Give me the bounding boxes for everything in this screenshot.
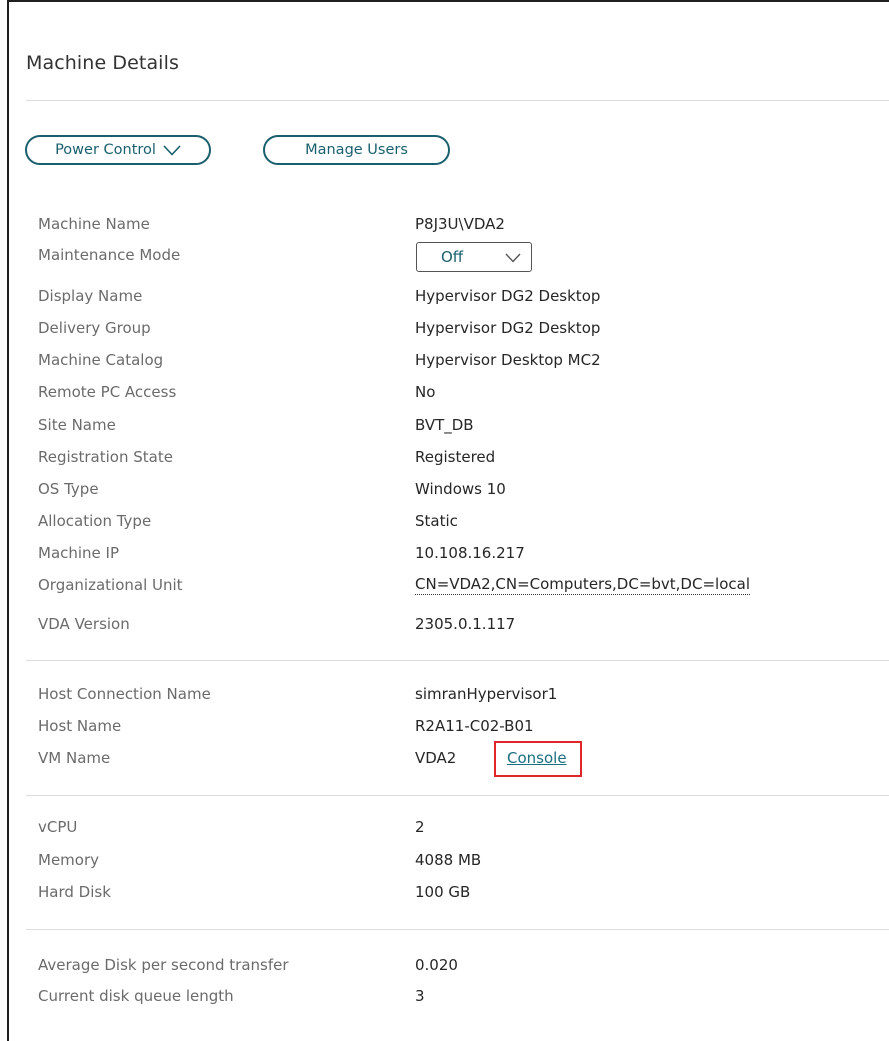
detail-label: Machine Name	[38, 215, 150, 233]
detail-label: vCPU	[38, 818, 78, 836]
detail-value: 100 GB	[415, 883, 471, 901]
detail-row-organizational-unit: Organizational Unit CN=VDA2,CN=Computers…	[0, 574, 889, 596]
detail-value: R2A11-C02-B01	[415, 717, 534, 735]
power-control-label: Power Control	[55, 142, 156, 158]
organizational-unit-value[interactable]: CN=VDA2,CN=Computers,DC=bvt,DC=local	[415, 574, 750, 595]
detail-label: Machine IP	[38, 544, 120, 562]
detail-value: 2305.0.1.117	[415, 615, 516, 633]
detail-value: Hypervisor DG2 Desktop	[415, 287, 601, 305]
detail-value: simranHypervisor1	[415, 685, 558, 703]
detail-row-remote-pc-access: Remote PC Access No	[0, 381, 889, 403]
detail-row-machine-name: Machine Name P8J3U\VDA2	[0, 213, 889, 235]
detail-value: VDA2	[415, 749, 457, 767]
maintenance-mode-select[interactable]: Off	[416, 242, 532, 272]
detail-label: VM Name	[38, 749, 111, 767]
disk-row-queue-length: Current disk queue length 3	[0, 985, 889, 1007]
detail-label: Allocation Type	[38, 512, 152, 530]
detail-label: Registration State	[38, 448, 173, 466]
detail-label: OS Type	[38, 480, 99, 498]
detail-row-display-name: Display Name Hypervisor DG2 Desktop	[0, 285, 889, 307]
detail-label: Hard Disk	[38, 883, 111, 901]
host-row-host-name: Host Name R2A11-C02-B01	[0, 715, 889, 737]
console-link[interactable]: Console	[507, 747, 567, 769]
detail-value: Registered	[415, 448, 496, 466]
detail-row-os-type: OS Type Windows 10	[0, 478, 889, 500]
detail-value: Hypervisor Desktop MC2	[415, 351, 601, 369]
detail-label: VDA Version	[38, 615, 130, 633]
detail-label: Average Disk per second transfer	[38, 956, 289, 974]
detail-value: Hypervisor DG2 Desktop	[415, 319, 601, 337]
detail-label: Current disk queue length	[38, 987, 234, 1005]
divider	[26, 929, 889, 930]
detail-value: 10.108.16.217	[415, 544, 525, 562]
host-row-vm-name: VM Name VDA2	[0, 747, 889, 769]
detail-value: Windows 10	[415, 480, 506, 498]
detail-label: Display Name	[38, 287, 143, 305]
resource-row-hard-disk: Hard Disk 100 GB	[0, 881, 889, 903]
disk-row-avg-transfer: Average Disk per second transfer 0.020	[0, 954, 889, 976]
resource-row-memory: Memory 4088 MB	[0, 849, 889, 871]
detail-value: 4088 MB	[415, 851, 482, 869]
detail-value: 3	[415, 987, 425, 1005]
detail-value: BVT_DB	[415, 416, 474, 434]
detail-value: Static	[415, 512, 458, 530]
resource-row-vcpu: vCPU 2	[0, 816, 889, 838]
detail-row-vda-version: VDA Version 2305.0.1.117	[0, 613, 889, 635]
detail-row-delivery-group: Delivery Group Hypervisor DG2 Desktop	[0, 317, 889, 339]
panel-title: Machine Details	[26, 52, 179, 74]
chevron-down-icon	[505, 253, 521, 263]
detail-value: 2	[415, 818, 425, 836]
detail-label: Maintenance Mode	[38, 246, 181, 264]
detail-label: Delivery Group	[38, 319, 151, 337]
detail-value: No	[415, 383, 436, 401]
divider	[26, 660, 889, 661]
detail-label: Host Connection Name	[38, 685, 211, 703]
manage-users-label: Manage Users	[305, 142, 408, 158]
power-control-button[interactable]: Power Control	[25, 135, 211, 165]
detail-row-registration-state: Registration State Registered	[0, 446, 889, 468]
detail-label: Site Name	[38, 416, 116, 434]
detail-label: Remote PC Access	[38, 383, 177, 401]
divider	[26, 100, 889, 101]
maintenance-mode-value: Off	[441, 248, 464, 266]
detail-row-machine-ip: Machine IP 10.108.16.217	[0, 542, 889, 564]
detail-value: P8J3U\VDA2	[415, 215, 505, 233]
detail-label: Memory	[38, 851, 100, 869]
detail-value: 0.020	[415, 956, 458, 974]
detail-label: Organizational Unit	[38, 576, 183, 594]
manage-users-button[interactable]: Manage Users	[263, 135, 450, 165]
detail-row-allocation-type: Allocation Type Static	[0, 510, 889, 532]
detail-row-machine-catalog: Machine Catalog Hypervisor Desktop MC2	[0, 349, 889, 371]
detail-label: Machine Catalog	[38, 351, 164, 369]
detail-row-site-name: Site Name BVT_DB	[0, 414, 889, 436]
host-row-connection-name: Host Connection Name simranHypervisor1	[0, 683, 889, 705]
detail-label: Host Name	[38, 717, 122, 735]
chevron-down-icon	[163, 144, 181, 156]
divider	[26, 795, 889, 796]
